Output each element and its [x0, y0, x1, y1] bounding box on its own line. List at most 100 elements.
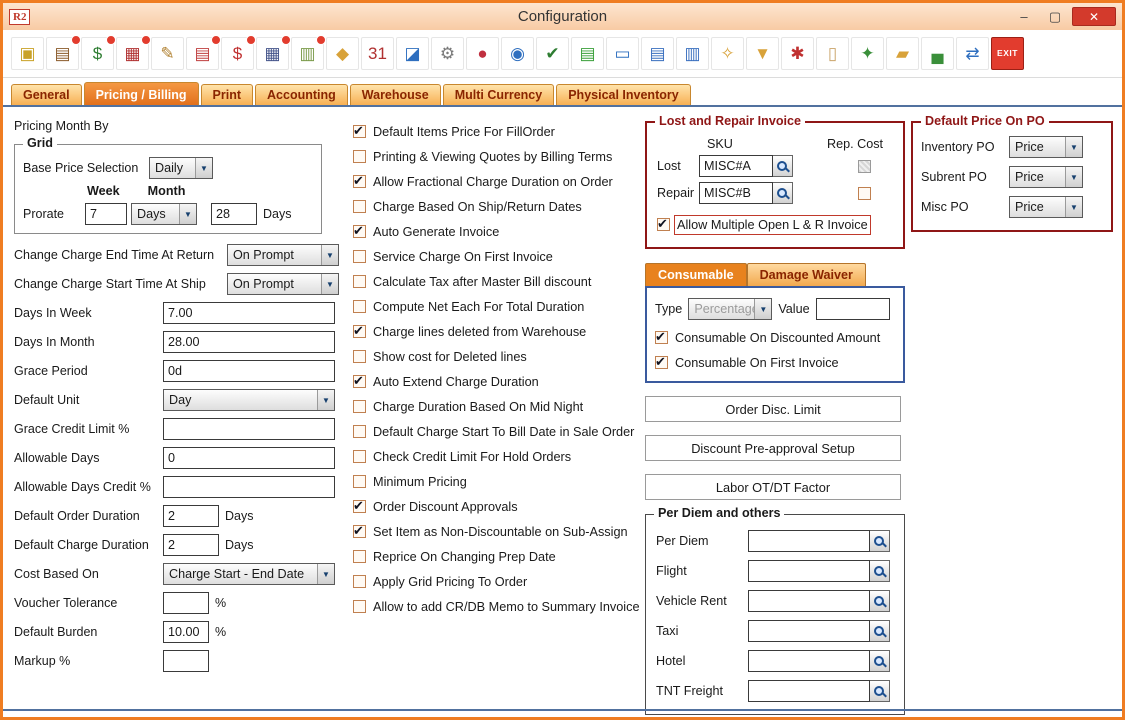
- chevron-down-icon[interactable]: ▼: [195, 158, 212, 178]
- option-checkbox-row[interactable]: Charge lines deleted from Warehouse: [353, 319, 641, 344]
- option-checkbox-row[interactable]: Charge Based On Ship/Return Dates: [353, 194, 641, 219]
- checkbox[interactable]: [353, 525, 366, 538]
- field-input[interactable]: 2: [163, 505, 219, 527]
- checkbox[interactable]: [353, 250, 366, 263]
- per-diem-search-button[interactable]: [870, 590, 890, 612]
- chevron-down-icon[interactable]: ▼: [1065, 167, 1082, 187]
- red-tools-icon[interactable]: ✱: [781, 37, 814, 70]
- field-input[interactable]: [163, 476, 335, 498]
- tab-multi-currency[interactable]: Multi Currency: [443, 84, 555, 105]
- minimize-button[interactable]: –: [1010, 7, 1038, 26]
- currency-exchange-icon[interactable]: $: [81, 37, 114, 70]
- lost-sku-input[interactable]: MISC#A: [699, 155, 773, 177]
- billing-calendar-icon[interactable]: ▦: [116, 37, 149, 70]
- option-checkbox-row[interactable]: Default Items Price For FillOrder: [353, 119, 641, 144]
- checkbox[interactable]: [353, 150, 366, 163]
- consumable-value-input[interactable]: [816, 298, 890, 320]
- chevron-down-icon[interactable]: ▼: [317, 390, 334, 410]
- tab-physical-inventory[interactable]: Physical Inventory: [556, 84, 690, 105]
- option-checkbox-row[interactable]: Charge Duration Based On Mid Night: [353, 394, 641, 419]
- option-checkbox-row[interactable]: Minimum Pricing: [353, 469, 641, 494]
- option-checkbox-row[interactable]: Auto Generate Invoice: [353, 219, 641, 244]
- chevron-down-icon[interactable]: ▼: [179, 204, 196, 224]
- repair-sku-input[interactable]: MISC#B: [699, 182, 773, 204]
- close-button[interactable]: ✕: [1072, 7, 1116, 26]
- option-checkbox-row[interactable]: Default Charge Start To Bill Date in Sal…: [353, 419, 641, 444]
- gold-funnel-icon[interactable]: ▼: [746, 37, 779, 70]
- per-diem-input[interactable]: [748, 620, 870, 642]
- repair-rep-cost-checkbox[interactable]: [858, 187, 871, 200]
- field-dropdown[interactable]: On Prompt ▼: [227, 244, 339, 266]
- walking-person-icon[interactable]: ✦: [851, 37, 884, 70]
- tab-print[interactable]: Print: [201, 84, 253, 105]
- checkbox[interactable]: [353, 550, 366, 563]
- per-diem-input[interactable]: [748, 650, 870, 672]
- repair-sku-search-button[interactable]: [773, 182, 793, 204]
- allow-multiple-lr-invoice-checkbox-row[interactable]: Allow Multiple Open L & R Invoice: [657, 212, 893, 237]
- discount-pre-approval-setup-button[interactable]: Discount Pre-approval Setup: [645, 435, 901, 461]
- option-checkbox-row[interactable]: Show cost for Deleted lines: [353, 344, 641, 369]
- option-checkbox-row[interactable]: Service Charge On First Invoice: [353, 244, 641, 269]
- option-checkbox-row[interactable]: Allow to add CR/DB Memo to Summary Invoi…: [353, 594, 641, 619]
- ledger-book-icon[interactable]: ▤: [186, 37, 219, 70]
- checkbox[interactable]: [353, 375, 366, 388]
- checkbox[interactable]: [353, 400, 366, 413]
- checkbox[interactable]: [353, 175, 366, 188]
- database-gear-icon[interactable]: ▄: [921, 37, 954, 70]
- option-checkbox-row[interactable]: Apply Grid Pricing To Order: [353, 569, 641, 594]
- field-input[interactable]: 7.00: [163, 302, 335, 324]
- settings-gears-icon[interactable]: ⚙: [431, 37, 464, 70]
- approve-check-icon[interactable]: ✔: [536, 37, 569, 70]
- calendar-31-icon[interactable]: 31: [361, 37, 394, 70]
- option-checkbox-row[interactable]: Allow Fractional Charge Duration on Orde…: [353, 169, 641, 194]
- globe-search-icon[interactable]: ◉: [501, 37, 534, 70]
- option-checkbox-row[interactable]: Auto Extend Charge Duration: [353, 369, 641, 394]
- field-input[interactable]: 2: [163, 534, 219, 556]
- field-dropdown[interactable]: On Prompt ▼: [227, 273, 339, 295]
- per-diem-search-button[interactable]: [870, 650, 890, 672]
- checkbox[interactable]: [353, 425, 366, 438]
- field-input[interactable]: 0d: [163, 360, 335, 382]
- per-diem-search-button[interactable]: [870, 620, 890, 642]
- field-input[interactable]: [163, 592, 209, 614]
- price-list-icon[interactable]: $: [221, 37, 254, 70]
- option-checkbox-row[interactable]: Consumable On First Invoice: [655, 350, 895, 375]
- exit-icon[interactable]: EXIT: [991, 37, 1024, 70]
- tab-pricing-billing[interactable]: Pricing / Billing: [84, 82, 199, 105]
- checkbox[interactable]: [353, 225, 366, 238]
- tab-accounting[interactable]: Accounting: [255, 84, 348, 105]
- po-price-dropdown[interactable]: Price ▼: [1009, 196, 1083, 218]
- task-board-icon[interactable]: ▤: [571, 37, 604, 70]
- field-input[interactable]: [163, 418, 335, 440]
- chevron-down-icon[interactable]: ▼: [321, 245, 338, 265]
- save-icon[interactable]: ▣: [11, 37, 44, 70]
- po-price-dropdown[interactable]: Price ▼: [1009, 136, 1083, 158]
- base-price-selection-dropdown[interactable]: Daily ▼: [149, 157, 213, 179]
- per-diem-input[interactable]: [748, 680, 870, 702]
- checkbox[interactable]: [353, 275, 366, 288]
- tab-general[interactable]: General: [11, 84, 82, 105]
- order-calculator-icon[interactable]: ▤: [46, 37, 79, 70]
- order-disc-limit-button[interactable]: Order Disc. Limit: [645, 396, 901, 422]
- option-checkbox-row[interactable]: Reprice On Changing Prep Date: [353, 544, 641, 569]
- labor-ot-dt-factor-button[interactable]: Labor OT/DT Factor: [645, 474, 901, 500]
- document-lines-icon[interactable]: ▤: [641, 37, 674, 70]
- prorate-week-input[interactable]: 7: [85, 203, 127, 225]
- prorate-unit-dropdown[interactable]: Days ▼: [131, 203, 197, 225]
- maximize-button[interactable]: ▢: [1041, 7, 1069, 26]
- gold-key-icon[interactable]: ✧: [711, 37, 744, 70]
- checkbox[interactable]: [353, 200, 366, 213]
- tab-consumable[interactable]: Consumable: [645, 263, 747, 286]
- tab-warehouse[interactable]: Warehouse: [350, 84, 441, 105]
- notes-pad-icon[interactable]: ▥: [291, 37, 324, 70]
- checkbox[interactable]: [353, 300, 366, 313]
- per-diem-search-button[interactable]: [870, 530, 890, 552]
- checkbox[interactable]: [353, 325, 366, 338]
- chevron-down-icon[interactable]: ▼: [321, 274, 338, 294]
- checkbox[interactable]: [353, 600, 366, 613]
- tab-damage-waiver[interactable]: Damage Waiver: [747, 263, 866, 286]
- option-checkbox-row[interactable]: Calculate Tax after Master Bill discount: [353, 269, 641, 294]
- option-checkbox-row[interactable]: Check Credit Limit For Hold Orders: [353, 444, 641, 469]
- chevron-down-icon[interactable]: ▼: [1065, 137, 1082, 157]
- folder-gear-icon[interactable]: ▰: [886, 37, 919, 70]
